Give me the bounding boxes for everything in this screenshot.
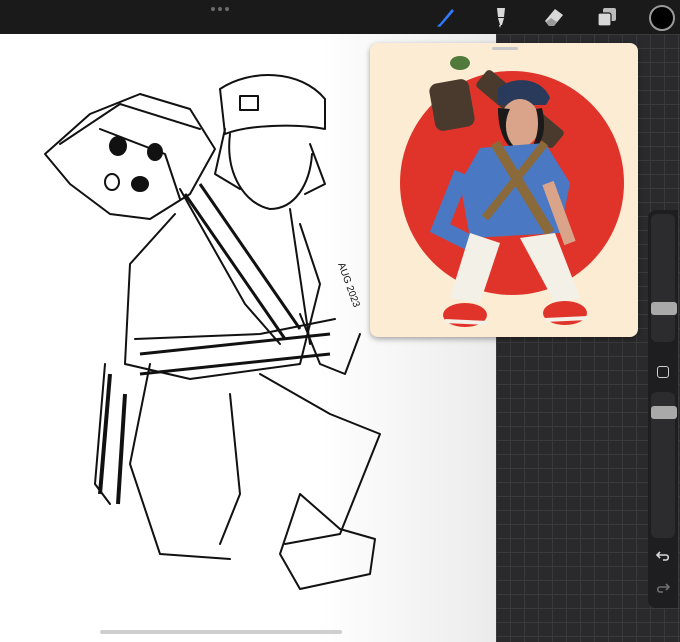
top-toolbar [0,0,680,34]
brush-size-slider[interactable] [651,214,675,342]
smudge-tool-button[interactable] [487,4,513,30]
layers-tool-button[interactable] [594,4,620,30]
layers-icon [597,8,616,27]
brush-tool-button[interactable] [433,4,459,30]
brush-icon [437,9,454,27]
eraser-tool-button[interactable] [541,4,567,30]
home-indicator [100,630,342,634]
undo-icon[interactable] [655,548,671,564]
eraser-icon [545,9,563,26]
brush-size-thumb[interactable] [651,302,677,315]
modify-button[interactable] [657,366,669,378]
color-well-button[interactable] [649,5,675,31]
opacity-thumb[interactable] [651,406,677,419]
sketch-signature: AUG 2023 [335,261,361,309]
gallery-grabber[interactable] [211,7,229,11]
smudge-icon [497,8,505,28]
redo-icon[interactable] [655,580,671,596]
reference-window[interactable] [370,43,638,337]
reference-image [400,56,624,327]
